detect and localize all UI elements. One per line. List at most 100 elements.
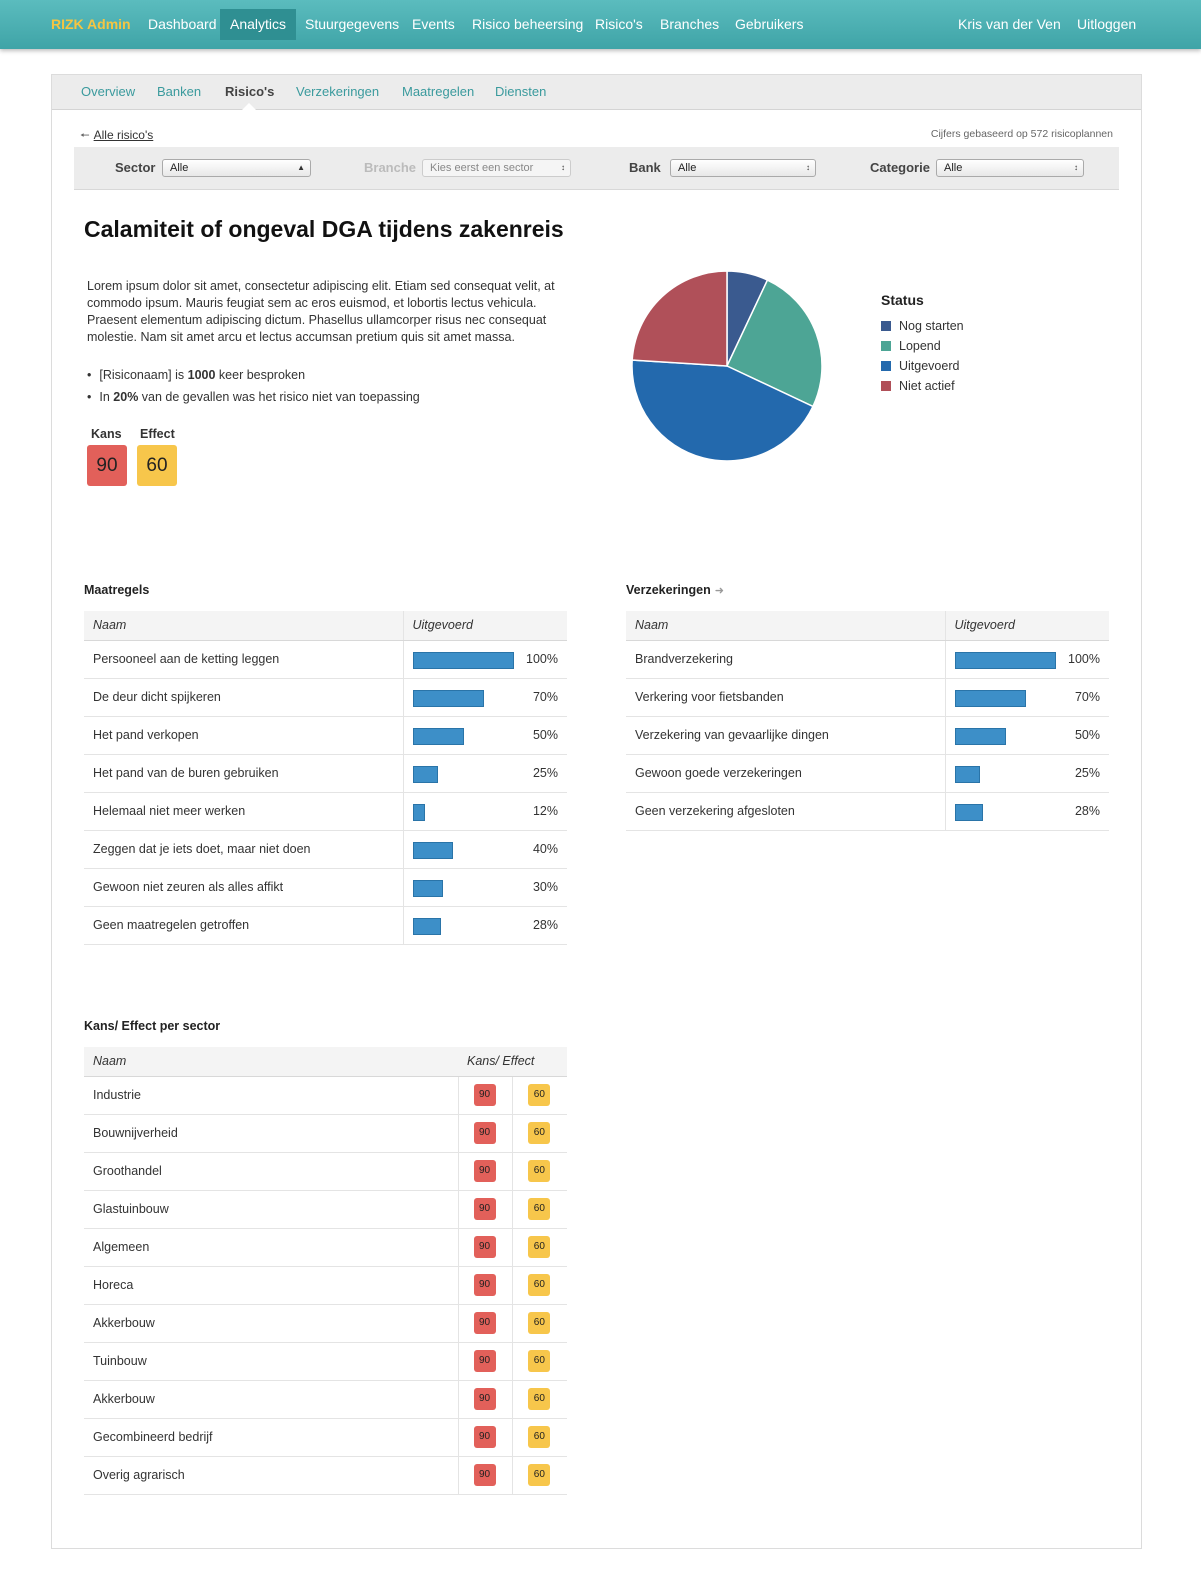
table-row[interactable]: Gecombineerd bedrijf 90 60 bbox=[84, 1418, 567, 1457]
sector-select-value: Alle bbox=[170, 162, 189, 174]
table-row[interactable]: Groothandel 90 60 bbox=[84, 1152, 567, 1191]
table-row[interactable]: Industrie 90 60 bbox=[84, 1076, 567, 1115]
row-progress: 100% bbox=[402, 640, 567, 679]
logout-link[interactable]: Uitloggen bbox=[1077, 9, 1136, 40]
table-row[interactable]: Bouwnijverheid 90 60 bbox=[84, 1114, 567, 1153]
sector-table: Naam Kans/ Effect Industrie 90 60 Bouwnijve… bbox=[84, 1047, 567, 1495]
kans-score-badge: 90 bbox=[87, 445, 127, 486]
table-row[interactable]: Akkerbouw 90 60 bbox=[84, 1380, 567, 1419]
table-row[interactable]: Persooneel aan de ketting leggen 100% bbox=[84, 640, 567, 679]
nav-item-stuurgegevens[interactable]: Stuurgegevens bbox=[295, 9, 409, 40]
top-navbar: RIZK Admin Dashboard Analytics Stuurgege… bbox=[0, 0, 1201, 49]
categorie-select[interactable]: Alle ↕ bbox=[936, 159, 1084, 177]
row-progress: 30% bbox=[402, 868, 567, 907]
row-name: Gewoon niet zeuren als alles affikt bbox=[84, 868, 403, 907]
effect-badge: 60 bbox=[528, 1388, 551, 1410]
sector-select[interactable]: Alle ▲ bbox=[162, 159, 311, 177]
progress-percent: 70% bbox=[1074, 689, 1100, 704]
select-caret-icon: ▲ bbox=[297, 163, 305, 172]
kans-badge: 90 bbox=[473, 1084, 496, 1106]
kans-cell: 90 bbox=[457, 1304, 513, 1343]
table-row[interactable]: Overig agrarisch 90 60 bbox=[84, 1456, 567, 1495]
maatregels-table: Naam Uitgevoerd Persooneel aan de kettin… bbox=[84, 611, 567, 945]
table-row[interactable]: Het pand verkopen 50% bbox=[84, 716, 567, 755]
tab-risicos[interactable]: Risico's bbox=[225, 84, 274, 99]
branche-select[interactable]: Kies eerst een sector ↕ bbox=[422, 159, 571, 177]
kans-badge: 90 bbox=[473, 1388, 496, 1410]
status-pie-chart bbox=[631, 270, 823, 462]
brand-logo[interactable]: RIZK Admin bbox=[51, 16, 131, 32]
row-progress: 70% bbox=[402, 678, 567, 717]
table-row[interactable]: Verzekering van gevaarlijke dingen 50% bbox=[626, 716, 1109, 755]
table-row[interactable]: De deur dicht spijkeren 70% bbox=[84, 678, 567, 717]
legend-swatch bbox=[881, 381, 891, 391]
table-row[interactable]: Glastuinbouw 90 60 bbox=[84, 1190, 567, 1229]
bank-select[interactable]: Alle ↕ bbox=[670, 159, 816, 177]
table-row[interactable]: Tuinbouw 90 60 bbox=[84, 1342, 567, 1381]
back-link-label: Alle risico's bbox=[93, 128, 154, 142]
nav-item-risicos[interactable]: Risico's bbox=[585, 9, 653, 40]
sector-filter-label: Sector bbox=[115, 160, 156, 175]
kans-cell: 90 bbox=[457, 1190, 513, 1229]
back-link[interactable]: 🠔 Alle risico's bbox=[80, 127, 153, 146]
table-row[interactable]: Gewoon niet zeuren als alles affikt 30% bbox=[84, 868, 567, 907]
progress-percent: 50% bbox=[532, 727, 558, 742]
tab-diensten[interactable]: Diensten bbox=[495, 84, 546, 99]
table-row[interactable]: Horeca 90 60 bbox=[84, 1266, 567, 1305]
table-row[interactable]: Gewoon goede verzekeringen 25% bbox=[626, 754, 1109, 793]
risk-description: Lorem ipsum dolor sit amet, consectetur … bbox=[87, 279, 555, 344]
row-name: Zeggen dat je iets doet, maar niet doen bbox=[84, 830, 403, 869]
row-progress: 50% bbox=[402, 716, 567, 755]
effect-badge: 60 bbox=[528, 1426, 551, 1448]
select-caret-icon: ↕ bbox=[806, 163, 810, 172]
progress-bar bbox=[412, 651, 514, 669]
row-name: Geen verzekering afgesloten bbox=[626, 792, 945, 831]
nav-item-events[interactable]: Events bbox=[402, 9, 465, 40]
table-row[interactable]: Zeggen dat je iets doet, maar niet doen 4… bbox=[84, 830, 567, 869]
nav-item-risico-beheersing[interactable]: Risico beheersing bbox=[462, 9, 593, 40]
legend-label: Uitgevoerd bbox=[899, 359, 960, 373]
table-row[interactable]: Verkering voor fietsbanden 70% bbox=[626, 678, 1109, 717]
row-name: Geen maatregelen getroffen bbox=[84, 906, 403, 945]
effect-badge: 60 bbox=[528, 1236, 551, 1258]
nav-item-dashboard[interactable]: Dashboard bbox=[138, 9, 227, 40]
table-row[interactable]: Helemaal niet meer werken 12% bbox=[84, 792, 567, 831]
column-header-naam: Naam bbox=[84, 611, 403, 641]
effect-cell: 60 bbox=[512, 1152, 567, 1191]
verzekeringen-title[interactable]: Verzekeringen ➜ bbox=[626, 583, 724, 597]
user-name-link[interactable]: Kris van der Ven bbox=[958, 9, 1061, 40]
table-row[interactable]: Algemeen 90 60 bbox=[84, 1228, 567, 1267]
tab-banken[interactable]: Banken bbox=[157, 84, 201, 99]
tab-verzekeringen[interactable]: Verzekeringen bbox=[296, 84, 379, 99]
list-item: [Risiconaam] is 1000 keer besproken bbox=[87, 364, 420, 386]
table-row[interactable]: Geen maatregelen getroffen 28% bbox=[84, 906, 567, 945]
table-row[interactable]: Geen verzekering afgesloten 28% bbox=[626, 792, 1109, 831]
legend-label: Nog starten bbox=[899, 319, 964, 333]
effect-cell: 60 bbox=[512, 1076, 567, 1115]
row-progress: 28% bbox=[944, 792, 1109, 831]
nav-item-branches[interactable]: Branches bbox=[650, 9, 729, 40]
effect-badge: 60 bbox=[528, 1160, 551, 1182]
row-name: Overig agrarisch bbox=[84, 1456, 458, 1495]
row-progress: 28% bbox=[402, 906, 567, 945]
effect-cell: 60 bbox=[512, 1456, 567, 1495]
tab-maatregelen[interactable]: Maatregelen bbox=[402, 84, 474, 99]
nav-item-gebruikers[interactable]: Gebruikers bbox=[725, 9, 813, 40]
kans-badge: 90 bbox=[473, 1160, 496, 1182]
table-row[interactable]: Brandverzekering 100% bbox=[626, 640, 1109, 679]
tab-overview[interactable]: Overview bbox=[81, 84, 135, 99]
progress-bar bbox=[412, 689, 484, 707]
risk-stats-list: [Risiconaam] is 1000 keer besproken In 2… bbox=[87, 364, 420, 408]
progress-percent: 25% bbox=[1074, 765, 1100, 780]
kans-cell: 90 bbox=[457, 1266, 513, 1305]
nav-item-analytics[interactable]: Analytics bbox=[220, 9, 297, 40]
main-container: Overview Banken Risico's Verzekeringen M… bbox=[51, 74, 1142, 1549]
effect-cell: 60 bbox=[512, 1342, 567, 1381]
legend-item: Lopend bbox=[881, 339, 941, 353]
row-name: Persooneel aan de ketting leggen bbox=[84, 640, 403, 679]
table-row[interactable]: Akkerbouw 90 60 bbox=[84, 1304, 567, 1343]
row-progress: 70% bbox=[944, 678, 1109, 717]
pie-slice-niet-actief bbox=[631, 270, 728, 367]
column-header-uitgevoerd: Uitgevoerd bbox=[402, 611, 567, 641]
table-row[interactable]: Het pand van de buren gebruiken 25% bbox=[84, 754, 567, 793]
